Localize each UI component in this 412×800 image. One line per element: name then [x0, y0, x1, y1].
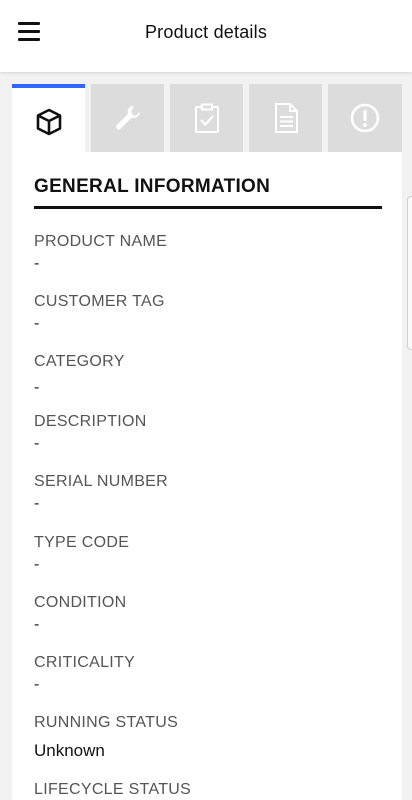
field-condition: CONDITION - — [34, 593, 126, 635]
tab-maintenance[interactable] — [91, 84, 164, 152]
field-running-status: RUNNING STATUS Unknown — [34, 713, 178, 761]
field-criticality: CRITICALITY - — [34, 653, 135, 695]
clipboard-check-icon — [194, 103, 219, 133]
tab-alerts[interactable] — [328, 84, 402, 152]
field-label: CUSTOMER TAG — [34, 293, 165, 310]
app-bar: Product details — [0, 0, 412, 72]
field-label: PRODUCT NAME — [34, 233, 168, 250]
alert-circle-icon — [350, 103, 380, 133]
section-divider — [34, 206, 382, 209]
field-value: Unknown — [34, 741, 105, 760]
field-label: CONDITION — [34, 594, 127, 611]
field-category: CATEGORY - — [34, 352, 125, 398]
field-label: CATEGORY — [34, 353, 125, 370]
field-label: LIFECYCLE STATUS — [34, 781, 192, 798]
wrench-icon — [115, 105, 140, 130]
field-label: TYPE CODE — [34, 534, 130, 551]
tab-bar — [12, 84, 402, 156]
field-value: - — [34, 616, 40, 633]
field-lifecycle-status: LIFECYCLE STATUS — [34, 780, 191, 800]
field-value: - — [34, 315, 40, 332]
field-label: SERIAL NUMBER — [34, 473, 169, 490]
document-icon — [274, 103, 298, 133]
tab-documents[interactable] — [249, 84, 322, 152]
page-title: Product details — [144, 22, 268, 42]
field-type-code: TYPE CODE - — [34, 533, 129, 575]
field-description: DESCRIPTION - — [34, 412, 147, 454]
field-value: - — [34, 379, 40, 396]
field-label: RUNNING STATUS — [34, 714, 179, 731]
field-value: - — [34, 676, 40, 693]
field-value: - — [34, 556, 40, 573]
general-information-card: GENERAL INFORMATION PRODUCT NAME - CUSTO… — [12, 152, 402, 800]
field-label: DESCRIPTION — [34, 413, 147, 430]
field-value: - — [34, 495, 40, 512]
side-drawer-handle[interactable] — [407, 196, 412, 350]
field-value: - — [34, 255, 40, 272]
field-serial-number: SERIAL NUMBER - — [34, 472, 168, 514]
field-customer-tag: CUSTOMER TAG - — [34, 292, 165, 334]
tab-checklist[interactable] — [170, 84, 243, 152]
section-title: GENERAL INFORMATION — [34, 176, 271, 197]
tab-general-info[interactable] — [12, 84, 85, 156]
field-value: - — [34, 435, 40, 452]
cube-icon — [36, 108, 61, 136]
field-product-name: PRODUCT NAME - — [34, 232, 167, 274]
field-label: CRITICALITY — [34, 654, 136, 671]
